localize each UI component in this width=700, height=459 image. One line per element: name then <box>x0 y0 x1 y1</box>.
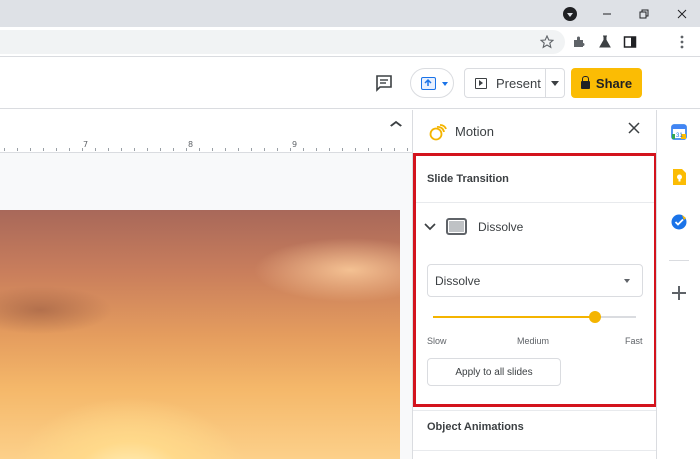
extensions-icon[interactable] <box>570 33 588 51</box>
motion-panel-header: Motion <box>413 110 657 154</box>
upload-arrow-icon <box>421 77 436 90</box>
add-icon[interactable] <box>672 286 686 300</box>
ruler-tick <box>316 148 317 151</box>
ruler-tick <box>108 148 109 151</box>
ruler-number: 7 <box>83 140 89 149</box>
star-icon[interactable] <box>538 33 556 51</box>
tasks-icon[interactable] <box>670 213 688 231</box>
speed-slider[interactable] <box>433 311 636 323</box>
restore-icon[interactable] <box>626 0 662 27</box>
ruler-number: 8 <box>188 140 194 149</box>
ruler-tick <box>238 148 239 151</box>
present-label: Present <box>496 75 541 91</box>
present-options-button[interactable] <box>410 68 454 98</box>
present-dropdown-button[interactable] <box>546 69 564 97</box>
ruler-bar: 7 8 9 <box>0 110 412 153</box>
divider <box>413 410 657 411</box>
ruler-tick <box>251 148 252 151</box>
horizontal-ruler[interactable]: 7 8 9 <box>0 140 412 153</box>
ruler-tick <box>56 148 57 151</box>
transition-type-value: Dissolve <box>435 274 481 288</box>
object-animations-heading[interactable]: Object Animations <box>427 421 524 433</box>
transition-thumbnail-icon <box>446 218 467 235</box>
ruler-tick <box>277 148 278 151</box>
motion-panel: Motion Slide Transition Dissolve Dissolv… <box>412 110 657 459</box>
motion-panel-title: Motion <box>455 124 495 139</box>
ruler-tick <box>147 148 148 151</box>
ruler-tick <box>121 148 122 151</box>
slide-sunset-image[interactable] <box>0 210 400 459</box>
transition-name[interactable]: Dissolve <box>478 220 523 234</box>
ruler-number: 9 <box>292 140 298 149</box>
slide-editor: 7 8 9 <box>0 110 412 459</box>
ruler-tick <box>329 148 330 151</box>
lock-icon <box>580 75 590 89</box>
ruler-tick <box>186 148 187 151</box>
chevron-down-icon[interactable] <box>423 220 437 234</box>
ruler-tick <box>407 148 408 151</box>
speed-slider-fill <box>433 316 596 318</box>
close-icon[interactable] <box>664 0 700 27</box>
minimize-icon[interactable] <box>589 0 625 27</box>
present-button[interactable]: Present <box>465 69 547 97</box>
apply-to-all-slides-label: Apply to all slides <box>455 366 533 378</box>
ruler-tick <box>17 148 18 151</box>
ruler-tick <box>69 148 70 151</box>
address-bar[interactable] <box>0 30 565 54</box>
share-label: Share <box>595 75 633 91</box>
motion-icon <box>429 123 447 141</box>
speed-label-medium: Medium <box>517 336 550 346</box>
divider <box>413 450 657 451</box>
profile-dropdown-icon[interactable] <box>563 7 577 21</box>
side-panel-icon[interactable] <box>621 33 639 51</box>
ruler-tick <box>342 148 343 151</box>
calendar-icon[interactable]: 31 <box>670 123 688 141</box>
ruler-tick <box>303 148 304 151</box>
chevron-down-icon <box>624 279 630 283</box>
ruler-tick <box>43 148 44 151</box>
speed-label-fast: Fast <box>625 336 643 346</box>
ruler-tick <box>4 148 5 151</box>
ruler-tick <box>225 148 226 151</box>
divider <box>413 154 657 155</box>
slides-app-bar: Present Share <box>0 57 700 109</box>
chevron-down-icon <box>442 82 448 86</box>
svg-text:31: 31 <box>676 133 683 139</box>
present-icon <box>475 77 487 89</box>
share-button[interactable]: Share <box>571 68 642 98</box>
apply-to-all-slides-button[interactable]: Apply to all slides <box>427 358 561 386</box>
ruler-tick <box>173 148 174 151</box>
more-icon[interactable] <box>673 33 691 51</box>
speed-label-slow: Slow <box>427 336 447 346</box>
ruler-tick <box>134 148 135 151</box>
ruler-tick <box>290 148 291 151</box>
ruler-tick <box>199 148 200 151</box>
divider <box>669 260 689 261</box>
divider <box>413 202 657 203</box>
ruler-tick <box>381 148 382 151</box>
speed-slider-handle[interactable] <box>589 311 602 323</box>
ruler-tick <box>160 148 161 151</box>
ruler-tick <box>264 148 265 151</box>
keep-icon[interactable] <box>670 168 688 186</box>
present-button-group: Present <box>464 68 565 98</box>
side-apps-panel: 31 <box>656 110 700 459</box>
ruler-tick <box>394 148 395 151</box>
ruler-tick <box>82 148 83 151</box>
ruler-tick <box>30 148 31 151</box>
comment-history-icon[interactable] <box>374 73 394 93</box>
chevron-up-icon[interactable] <box>388 118 404 130</box>
labs-icon[interactable] <box>596 33 614 51</box>
browser-toolbar <box>0 27 700 57</box>
ruler-tick <box>95 148 96 151</box>
transition-type-select[interactable]: Dissolve <box>427 264 643 297</box>
ruler-tick <box>368 148 369 151</box>
browser-title-bar <box>0 0 700 27</box>
ruler-tick <box>355 148 356 151</box>
close-panel-icon[interactable] <box>626 122 642 138</box>
slide-transition-heading: Slide Transition <box>427 173 509 185</box>
ruler-tick <box>212 148 213 151</box>
